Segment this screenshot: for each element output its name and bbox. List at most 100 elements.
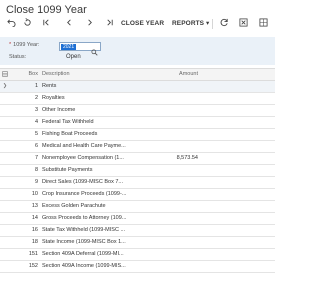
amount-cell bbox=[140, 249, 198, 260]
description-cell: Direct Sales (1099-MISC Box 7... bbox=[42, 179, 124, 185]
summary-form: * 1099 Year: 2021 Status: Open bbox=[0, 37, 275, 65]
save-close-icon-svg bbox=[23, 18, 31, 26]
amount-cell bbox=[140, 189, 198, 200]
grid-settings-icon[interactable] bbox=[0, 69, 10, 80]
table-row[interactable]: 2 Royalties bbox=[0, 93, 275, 105]
toolbar-divider bbox=[212, 19, 213, 29]
description-cell: Nonemployee Compensation (1... bbox=[42, 155, 124, 161]
next-record-icon-svg bbox=[87, 19, 92, 26]
page-title: Close 1099 Year bbox=[6, 4, 87, 16]
row-selector-icon: ❯ bbox=[2, 83, 8, 89]
fit-to-screen-icon[interactable] bbox=[256, 16, 270, 32]
previous-record-icon-svg bbox=[66, 19, 71, 26]
box-cell: 8 bbox=[34, 167, 38, 173]
reports-menu-button[interactable]: REPORTS ▾ bbox=[172, 16, 209, 32]
year-selector-input[interactable]: 2021 bbox=[59, 42, 101, 56]
box-cell: 6 bbox=[34, 143, 38, 149]
column-header-box[interactable]: Box bbox=[10, 69, 38, 80]
table-row[interactable]: 18 State Income (1099-MISC Box 1... bbox=[0, 237, 275, 249]
status-value: Open bbox=[66, 54, 81, 60]
table-row[interactable]: 16 State Tax Withheld (1099-MISC ... bbox=[0, 225, 275, 237]
refresh-icon[interactable] bbox=[217, 16, 231, 32]
table-row[interactable]: 6 Medical and Health Care Payme... bbox=[0, 141, 275, 153]
save-close-icon[interactable] bbox=[20, 16, 34, 32]
year-row: * 1099 Year: 2021 bbox=[0, 39, 275, 56]
description-cell: State Tax Withheld (1099-MISC ... bbox=[42, 227, 126, 233]
amount-cell bbox=[140, 237, 198, 248]
export-excel-icon-svg bbox=[238, 18, 248, 27]
table-row[interactable]: 5 Fishing Boat Proceeds bbox=[0, 129, 275, 141]
box-cell: 5 bbox=[34, 131, 38, 137]
description-cell: Federal Tax Withheld bbox=[42, 119, 94, 125]
column-header-description[interactable]: Description bbox=[42, 69, 154, 80]
undo-icon-svg bbox=[6, 19, 15, 28]
amount-cell bbox=[140, 213, 198, 224]
required-marker: * bbox=[9, 42, 12, 48]
table-row[interactable]: 152 Section 409A Income (1099-MIS... bbox=[0, 261, 275, 273]
table-row[interactable]: 8 Substitute Payments bbox=[0, 165, 275, 177]
box-cell: 10 bbox=[31, 191, 38, 197]
description-cell: Royalties bbox=[42, 95, 65, 101]
table-row[interactable]: 7 Nonemployee Compensation (1... 8,573.5… bbox=[0, 153, 275, 165]
status-label: Status: bbox=[9, 54, 27, 60]
box-cell: 14 bbox=[31, 215, 38, 221]
amount-cell bbox=[140, 105, 198, 116]
grid-settings-icon-svg bbox=[2, 71, 8, 77]
amount-cell bbox=[140, 93, 198, 104]
last-record-icon[interactable] bbox=[102, 16, 116, 32]
fit-to-screen-icon-svg bbox=[258, 18, 268, 27]
table-row[interactable]: 14 Gross Proceeds to Attorney (109... bbox=[0, 213, 275, 225]
first-record-icon-svg bbox=[42, 19, 49, 26]
year-label-text: 1099 Year: bbox=[13, 42, 40, 48]
box-cell: 151 bbox=[28, 251, 38, 257]
next-record-icon[interactable] bbox=[82, 16, 96, 32]
amount-cell bbox=[140, 225, 198, 236]
amount-cell bbox=[140, 117, 198, 128]
description-cell: Fishing Boat Proceeds bbox=[42, 131, 98, 137]
previous-record-icon[interactable] bbox=[62, 16, 76, 32]
table-row[interactable]: 9 Direct Sales (1099-MISC Box 7... bbox=[0, 177, 275, 189]
table-row[interactable]: 10 Crop Insurance Proceeds (1099-... bbox=[0, 189, 275, 201]
description-cell: Section 409A Income (1099-MIS... bbox=[42, 263, 126, 269]
box-cell: 7 bbox=[34, 155, 38, 161]
box-cell: 16 bbox=[31, 227, 38, 233]
grid-header: Box Description Amount bbox=[0, 68, 275, 81]
description-cell: Medical and Health Care Payme... bbox=[42, 143, 126, 149]
amount-cell bbox=[140, 177, 198, 188]
description-cell: Other Income bbox=[42, 107, 76, 113]
box-cell: 4 bbox=[34, 119, 38, 125]
year-value: 2021 bbox=[61, 44, 77, 50]
column-header-amount[interactable]: Amount bbox=[140, 69, 198, 80]
undo-icon[interactable] bbox=[4, 16, 18, 32]
description-cell: Excess Golden Parachute bbox=[42, 203, 106, 209]
close-year-button[interactable]: CLOSE YEAR bbox=[121, 16, 164, 32]
table-row[interactable]: 151 Section 409A Deferral (1099-MI... bbox=[0, 249, 275, 261]
year-label: * 1099 Year: bbox=[9, 39, 39, 51]
amount-cell bbox=[140, 141, 198, 152]
refresh-icon-svg bbox=[220, 18, 228, 27]
amount-cell bbox=[140, 261, 198, 272]
description-cell: Rents bbox=[42, 83, 57, 89]
status-row: Status: Open bbox=[0, 51, 275, 63]
box-cell: 2 bbox=[34, 95, 38, 101]
description-cell: Substitute Payments bbox=[42, 167, 93, 173]
description-cell: State Income (1099-MISC Box 1... bbox=[42, 239, 126, 245]
table-row[interactable]: 13 Excess Golden Parachute bbox=[0, 201, 275, 213]
description-cell: Gross Proceeds to Attorney (109... bbox=[42, 215, 127, 221]
table-row[interactable]: 3 Other Income bbox=[0, 105, 275, 117]
box-cell: 9 bbox=[34, 179, 38, 185]
box-cell: 13 bbox=[31, 203, 38, 209]
amount-cell: 8,573.54 bbox=[176, 155, 198, 161]
description-cell: Section 409A Deferral (1099-MI... bbox=[42, 251, 124, 257]
box-cell: 3 bbox=[34, 107, 38, 113]
toolbar: CLOSE YEAR REPORTS ▾ bbox=[0, 16, 275, 32]
last-record-icon-svg bbox=[106, 19, 113, 26]
search-icon[interactable] bbox=[91, 43, 98, 56]
amount-cell bbox=[140, 129, 198, 140]
table-row[interactable]: 4 Federal Tax Withheld bbox=[0, 117, 275, 129]
amount-cell bbox=[140, 81, 198, 92]
first-record-icon[interactable] bbox=[39, 16, 53, 32]
export-excel-icon[interactable] bbox=[236, 16, 250, 32]
table-row[interactable]: ❯ 1 Rents bbox=[0, 81, 275, 93]
box-cell: 18 bbox=[31, 239, 38, 245]
